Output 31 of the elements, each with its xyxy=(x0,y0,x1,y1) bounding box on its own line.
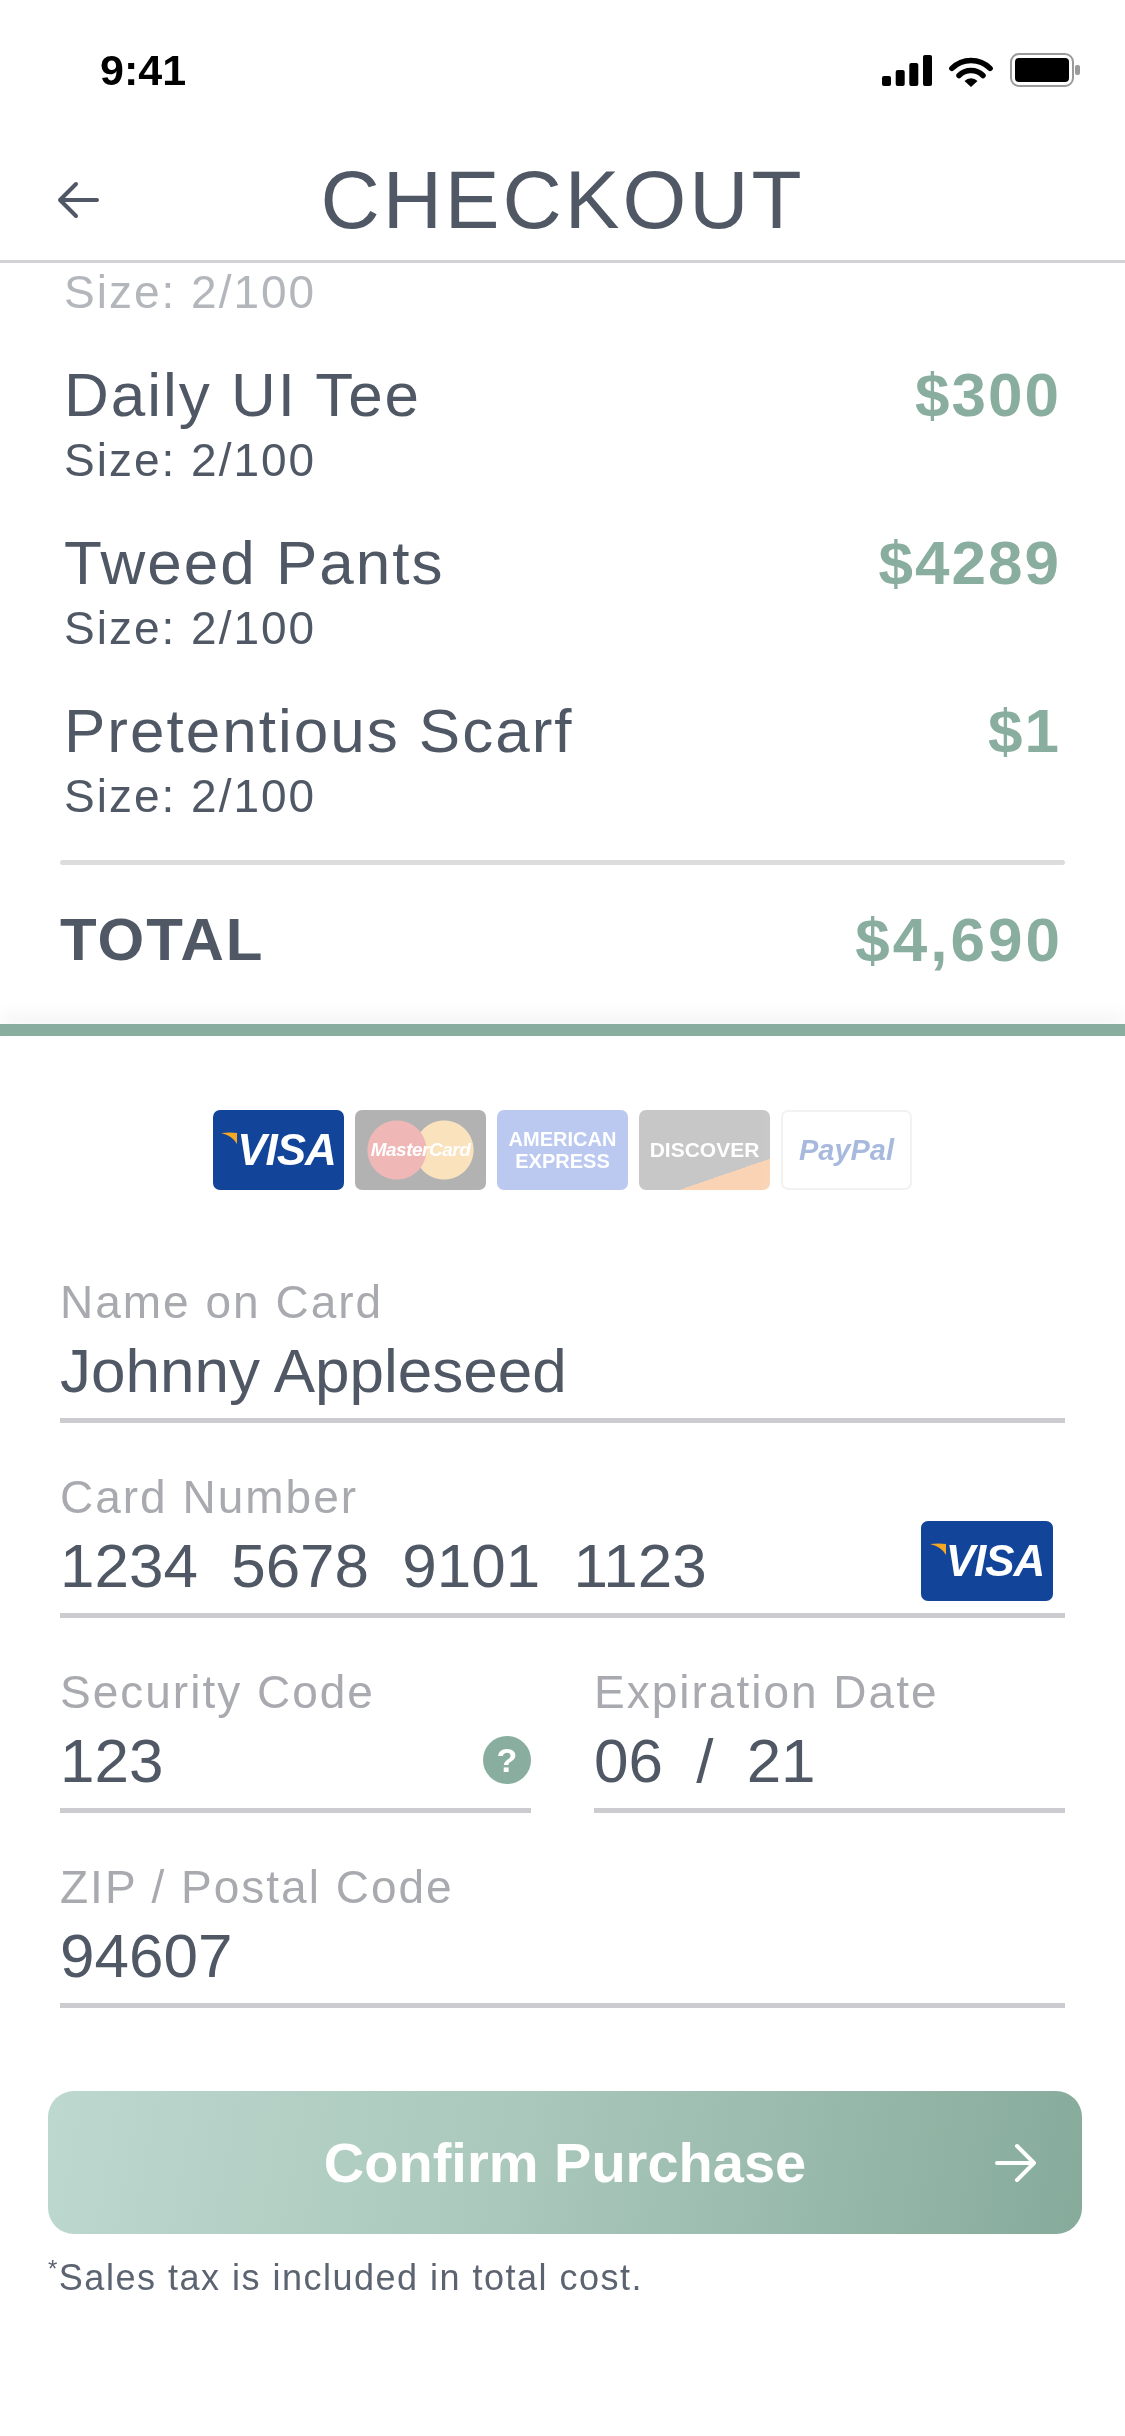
card-brand-badge: VISA xyxy=(921,1521,1053,1601)
swoosh-icon xyxy=(221,1132,238,1144)
zip-field[interactable]: 94607 xyxy=(60,1911,1065,2008)
arrow-right-icon xyxy=(995,2142,1037,2183)
footnote: $^{*}$Sales tax is included in total cost. xyxy=(48,2256,644,2300)
back-arrow-icon[interactable] xyxy=(57,181,99,219)
item-size: Size: 2/100 xyxy=(64,434,317,486)
signal-icon xyxy=(882,54,932,86)
field-label: Security Code xyxy=(60,1668,375,1716)
item-size: Size: 2/100 xyxy=(64,770,317,822)
total-amount: $4,690 xyxy=(855,905,1063,975)
swoosh-icon xyxy=(929,1543,946,1555)
name-field[interactable]: Johnny Appleseed xyxy=(60,1326,1065,1423)
item-name: Tweed Pants xyxy=(64,530,445,596)
field-label: ZIP / Postal Code xyxy=(60,1863,454,1911)
item-price: $300 xyxy=(915,362,1061,428)
field-label: Name on Card xyxy=(60,1278,384,1326)
card-number-field[interactable]: 1234 5678 9101 1123 VISA xyxy=(60,1521,1065,1618)
item-price: $1 xyxy=(988,698,1061,764)
item-name: Daily UI Tee xyxy=(64,362,422,428)
field-label: Card Number xyxy=(60,1473,359,1521)
item-size: Size: 2/100 xyxy=(64,602,317,654)
status-time: 9:41 xyxy=(100,45,187,95)
item-size: Size: 2/100 xyxy=(64,266,317,318)
item-name: Pretentious Scarf xyxy=(64,698,574,764)
item-price: $4289 xyxy=(878,530,1061,596)
page-title: CHECKOUT xyxy=(320,153,805,247)
payment-option[interactable]: VISA xyxy=(213,1110,344,1190)
total-label: TOTAL xyxy=(60,905,265,975)
field-label: Expiration Date xyxy=(594,1668,939,1716)
battery-icon xyxy=(1010,53,1080,87)
